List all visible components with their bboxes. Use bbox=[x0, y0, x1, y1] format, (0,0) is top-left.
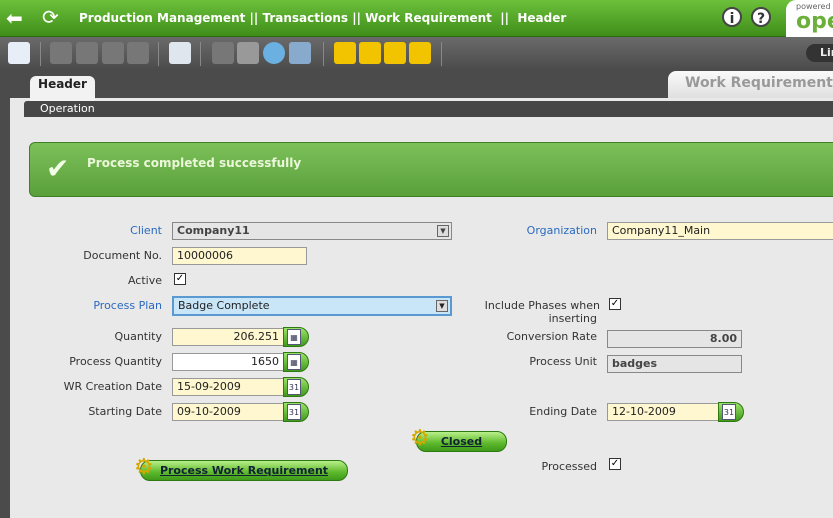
organization-label[interactable]: Organization bbox=[447, 224, 597, 237]
breadcrumb: Production Management || Transactions ||… bbox=[79, 11, 567, 25]
ending-date-field[interactable]: 12-10-2009 bbox=[607, 403, 719, 421]
copy-record-icon[interactable] bbox=[50, 42, 72, 64]
calculator-button[interactable]: ▦ bbox=[283, 327, 309, 347]
gear-icon: ⚙ bbox=[410, 426, 430, 451]
include-phases-label: Include Phases when bbox=[484, 299, 600, 312]
document-no-label: Document No. bbox=[83, 249, 162, 262]
starting-date-field[interactable]: 09-10-2009 bbox=[172, 403, 284, 421]
save-icon[interactable] bbox=[102, 42, 124, 64]
window-title: Work Requirement bbox=[668, 71, 833, 98]
include-phases-label-2: inserting bbox=[548, 312, 597, 325]
delete-icon[interactable] bbox=[169, 42, 191, 64]
toolbar bbox=[0, 37, 833, 71]
processed-label: Processed bbox=[541, 460, 597, 473]
divider bbox=[40, 42, 41, 66]
search-icon[interactable] bbox=[263, 42, 285, 64]
active-label: Active bbox=[127, 274, 162, 287]
linked-items-button[interactable]: Lin bbox=[806, 44, 833, 62]
conversion-rate-field: 8.00 bbox=[607, 330, 742, 348]
calculator-button[interactable]: ▦ bbox=[283, 352, 309, 372]
calendar-button[interactable]: 31 bbox=[283, 402, 309, 422]
calendar-icon: 31 bbox=[287, 379, 301, 395]
attachment-icon[interactable] bbox=[237, 42, 259, 64]
chevron-down-icon[interactable]: ▼ bbox=[436, 300, 448, 312]
back-icon[interactable]: ⬅ bbox=[6, 7, 28, 29]
calculator-icon: ▦ bbox=[287, 329, 301, 345]
calendar-button[interactable]: 31 bbox=[718, 402, 744, 422]
tab-header[interactable]: Header bbox=[30, 76, 95, 101]
process-unit-label: Process Unit bbox=[529, 355, 597, 368]
undo-icon[interactable] bbox=[212, 42, 234, 64]
save-new-icon[interactable] bbox=[127, 42, 149, 64]
tab-operation[interactable]: Operation bbox=[24, 101, 833, 117]
gear-icon: ⚙ bbox=[134, 455, 154, 480]
new-record-icon[interactable] bbox=[8, 42, 30, 64]
audit-icon[interactable] bbox=[289, 42, 311, 64]
include-phases-checkbox[interactable]: ✓ bbox=[609, 298, 621, 310]
client-label[interactable]: Client bbox=[2, 224, 162, 237]
client-select[interactable]: Company11 ▼ bbox=[172, 222, 452, 240]
first-record-icon[interactable] bbox=[334, 42, 356, 64]
divider bbox=[158, 42, 159, 66]
message-text: Process completed successfully bbox=[87, 156, 302, 170]
process-plan-label[interactable]: Process Plan bbox=[2, 299, 162, 312]
process-plan-select[interactable]: Badge Complete ▼ bbox=[172, 296, 452, 316]
processed-checkbox[interactable]: ✓ bbox=[609, 458, 621, 470]
process-work-requirement-button[interactable]: Process Work Requirement bbox=[140, 460, 348, 481]
help-icon[interactable]: ? bbox=[751, 7, 771, 27]
divider bbox=[441, 42, 442, 66]
ending-date-label: Ending Date bbox=[529, 405, 597, 418]
calculator-icon: ▦ bbox=[287, 354, 301, 370]
organization-select[interactable]: Company11_Main bbox=[607, 222, 833, 240]
divider bbox=[200, 42, 201, 66]
process-quantity-field[interactable]: 1650 bbox=[172, 353, 284, 371]
process-quantity-label: Process Quantity bbox=[69, 355, 162, 368]
next-record-icon[interactable] bbox=[384, 42, 406, 64]
starting-date-label: Starting Date bbox=[88, 405, 162, 418]
wr-creation-date-field[interactable]: 15-09-2009 bbox=[172, 378, 284, 396]
last-record-icon[interactable] bbox=[409, 42, 431, 64]
previous-record-icon[interactable] bbox=[359, 42, 381, 64]
active-checkbox[interactable]: ✓ bbox=[174, 273, 186, 285]
powered-by-logo: poweredope bbox=[786, 0, 833, 37]
info-icon[interactable]: i bbox=[722, 7, 742, 27]
refresh-icon[interactable]: ⟳ bbox=[42, 6, 64, 28]
copy-details-icon[interactable] bbox=[76, 42, 98, 64]
calendar-icon: 31 bbox=[287, 404, 301, 420]
divider bbox=[323, 42, 324, 66]
check-icon: ✔ bbox=[46, 152, 70, 185]
quantity-field[interactable]: 206.251 bbox=[172, 328, 284, 346]
process-unit-field: badges bbox=[607, 355, 742, 373]
success-message: ✔ Process completed successfully bbox=[29, 142, 833, 197]
calendar-button[interactable]: 31 bbox=[283, 377, 309, 397]
document-no-field[interactable]: 10000006 bbox=[172, 247, 307, 265]
wr-creation-date-label: WR Creation Date bbox=[63, 380, 162, 393]
top-bar: ⬅ ⟳ Production Management || Transaction… bbox=[0, 0, 833, 37]
calendar-icon: 31 bbox=[722, 404, 736, 420]
quantity-label: Quantity bbox=[114, 330, 162, 343]
conversion-rate-label: Conversion Rate bbox=[506, 330, 597, 343]
